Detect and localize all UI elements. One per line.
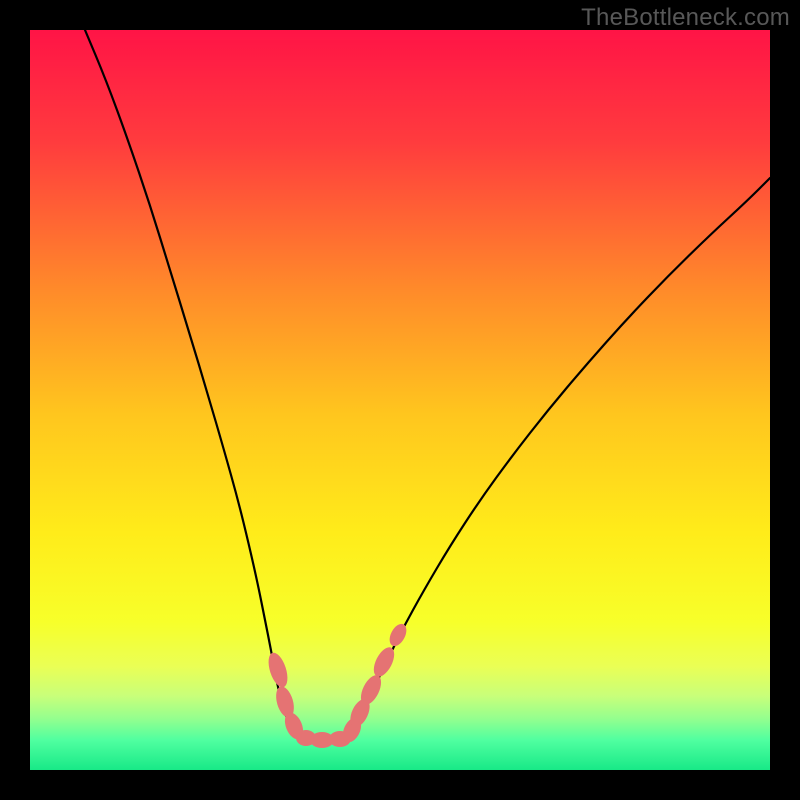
bottleneck-chart bbox=[0, 0, 800, 800]
watermark-text: TheBottleneck.com bbox=[581, 4, 790, 32]
plot-area bbox=[30, 30, 770, 770]
chart-container: TheBottleneck.com bbox=[0, 0, 800, 800]
